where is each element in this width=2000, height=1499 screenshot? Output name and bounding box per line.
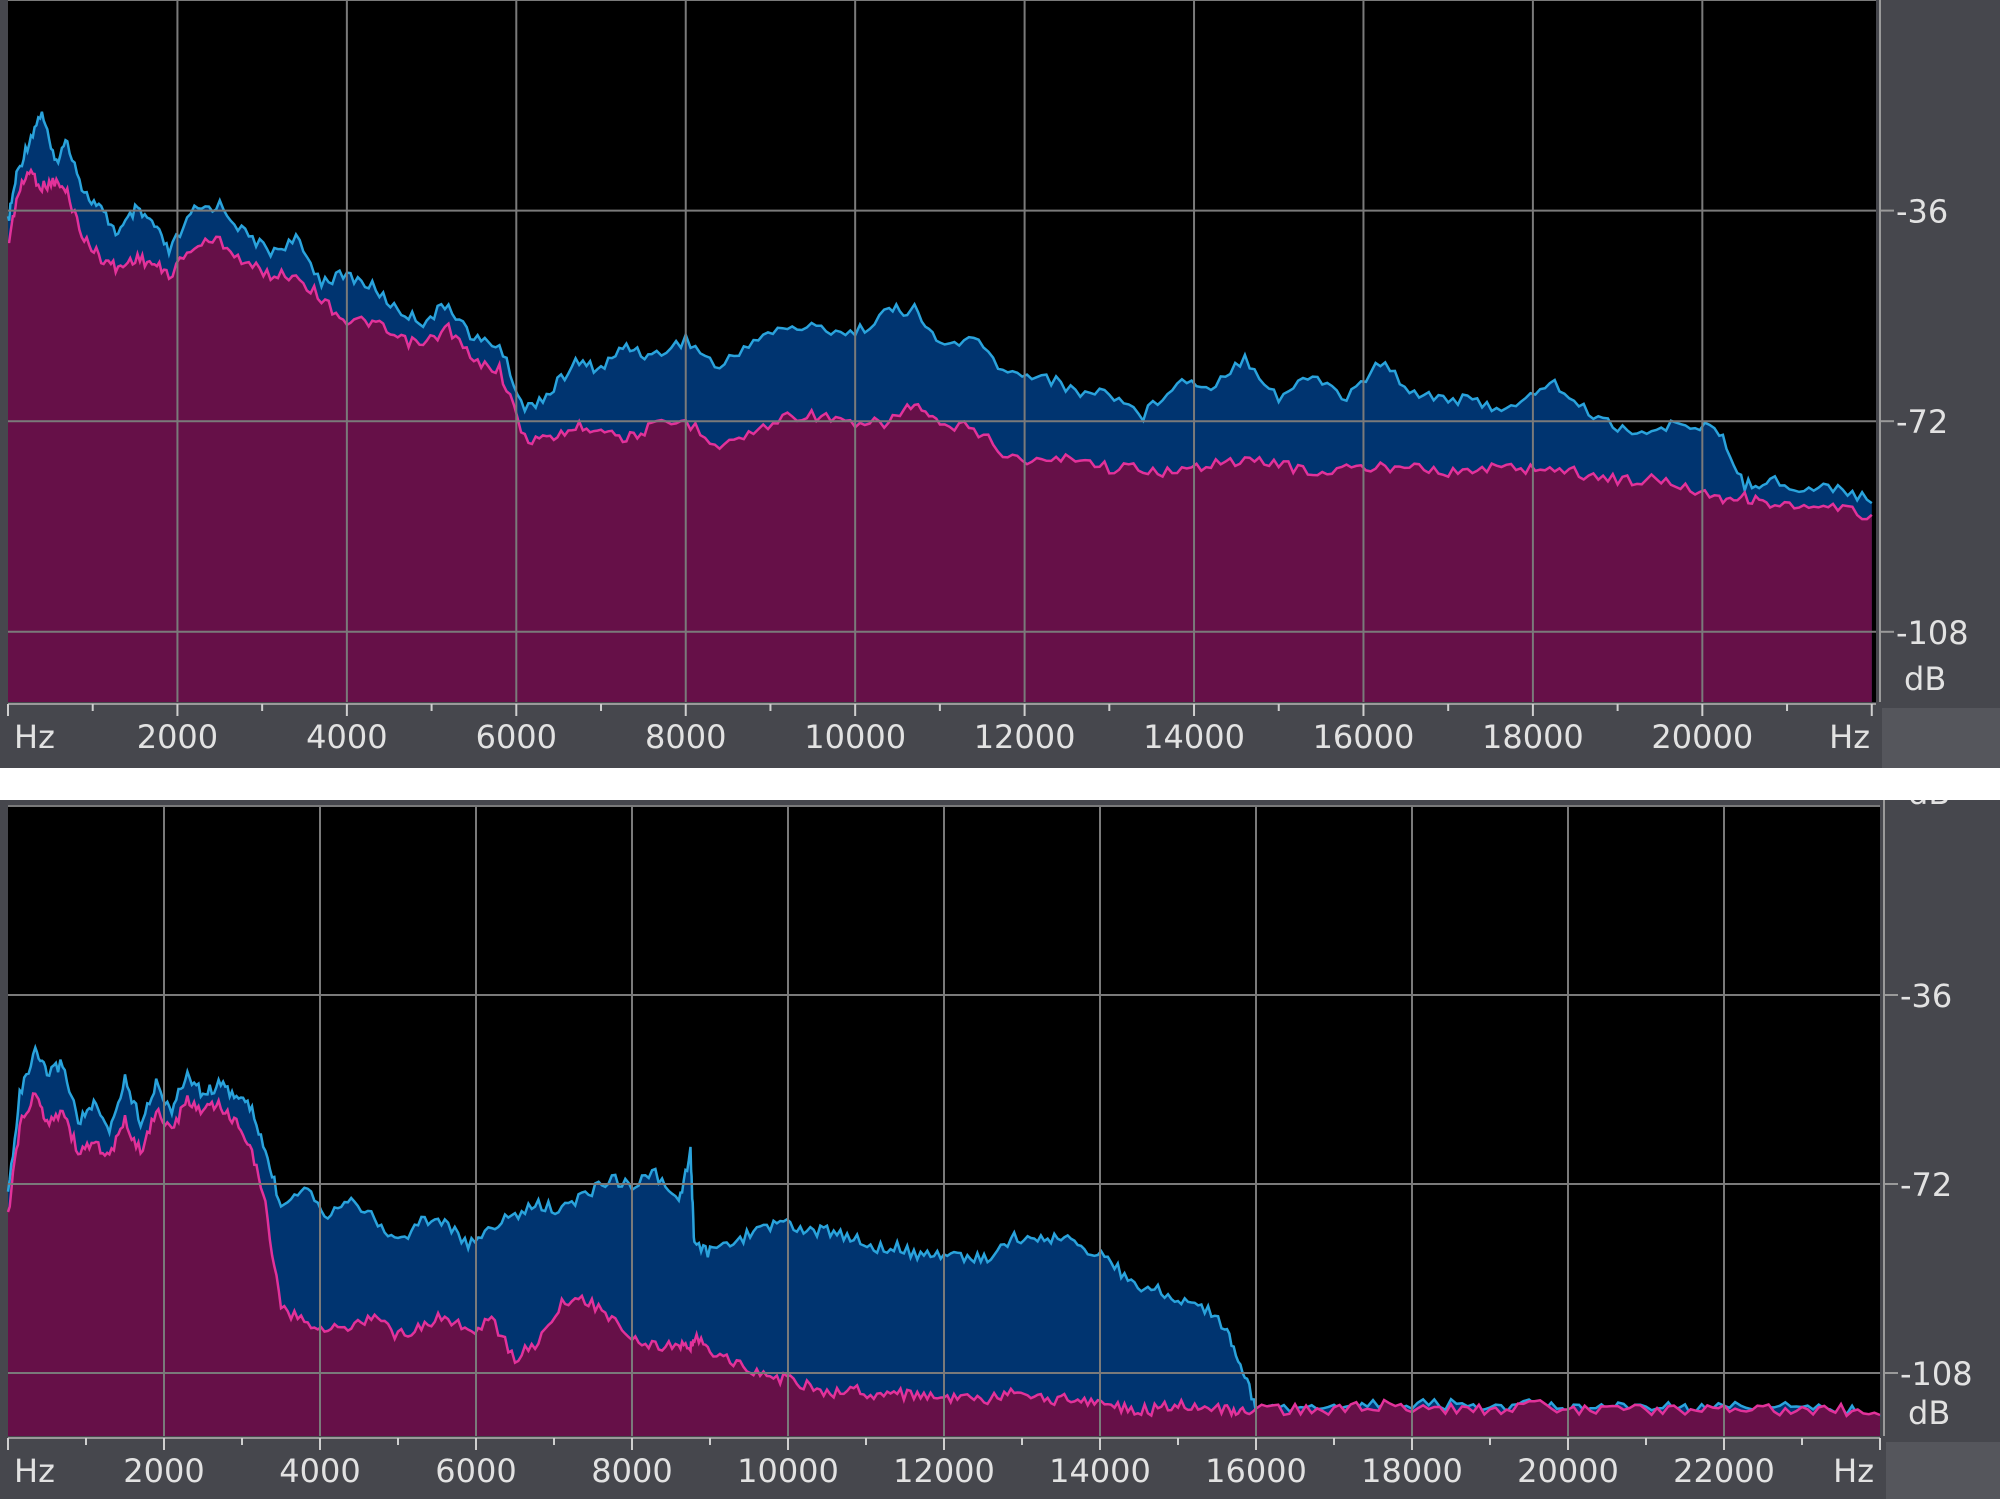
x-unit-label-right: Hz xyxy=(1829,718,1870,756)
y-unit-label-bottom: dB xyxy=(1904,660,1946,698)
x-tick-label: 4000 xyxy=(279,1452,360,1490)
x-tick-label: 10000 xyxy=(804,718,906,756)
x-unit-label-left: Hz xyxy=(14,1452,55,1490)
spectrum-panel-top: dB -36 -72 -108 dB Hz 2000 4000 6000 8000 10000 120… xyxy=(0,0,2000,768)
y-tick-label: -36 xyxy=(1896,193,1948,231)
corner-box xyxy=(1886,1442,2000,1499)
x-tick-label: 6000 xyxy=(476,718,557,756)
y-tick-label: -108 xyxy=(1900,1355,1973,1393)
corner-box xyxy=(1882,708,2000,768)
x-tick-label: 12000 xyxy=(893,1452,995,1490)
x-tick-label: 20000 xyxy=(1651,718,1753,756)
x-tick-label: 4000 xyxy=(306,718,387,756)
x-tick-label: 18000 xyxy=(1361,1452,1463,1490)
y-tick-label: -72 xyxy=(1900,1166,1952,1204)
x-tick-label: 12000 xyxy=(974,718,1076,756)
x-tick-label: 2000 xyxy=(123,1452,204,1490)
x-tick-label: 16000 xyxy=(1313,718,1415,756)
spectrum-panel-bottom: dB-36-72-108dBHz200040006000800010000120… xyxy=(0,800,2000,1499)
x-tick-label: 10000 xyxy=(737,1452,839,1490)
spectrum-chart-bottom: dB-36-72-108dBHz200040006000800010000120… xyxy=(6,800,2000,1499)
x-tick-label: 8000 xyxy=(645,718,726,756)
y-unit-label-top: dB xyxy=(1904,0,1946,6)
spectrum-chart-top: dB -36 -72 -108 dB Hz 2000 4000 6000 8000 10000 120… xyxy=(6,0,2000,768)
x-tick-label: 14000 xyxy=(1143,718,1245,756)
x-tick-label: 20000 xyxy=(1517,1452,1619,1490)
x-tick-label: 22000 xyxy=(1673,1452,1775,1490)
y-unit-label-top: dB xyxy=(1908,800,1950,812)
x-unit-label-right: Hz xyxy=(1833,1452,1874,1490)
x-unit-label-left: Hz xyxy=(14,718,55,756)
x-tick-label: 18000 xyxy=(1482,718,1584,756)
x-tick-label: 16000 xyxy=(1205,1452,1307,1490)
y-unit-label-bottom: dB xyxy=(1908,1394,1950,1432)
panel-divider xyxy=(0,768,2000,800)
y-tick-label: -36 xyxy=(1900,977,1952,1015)
y-tick-label: -72 xyxy=(1896,403,1948,441)
x-tick-label: 6000 xyxy=(435,1452,516,1490)
y-tick-label: -108 xyxy=(1896,614,1969,652)
x-tick-label: 2000 xyxy=(137,718,218,756)
x-tick-label: 8000 xyxy=(591,1452,672,1490)
x-tick-label: 14000 xyxy=(1049,1452,1151,1490)
